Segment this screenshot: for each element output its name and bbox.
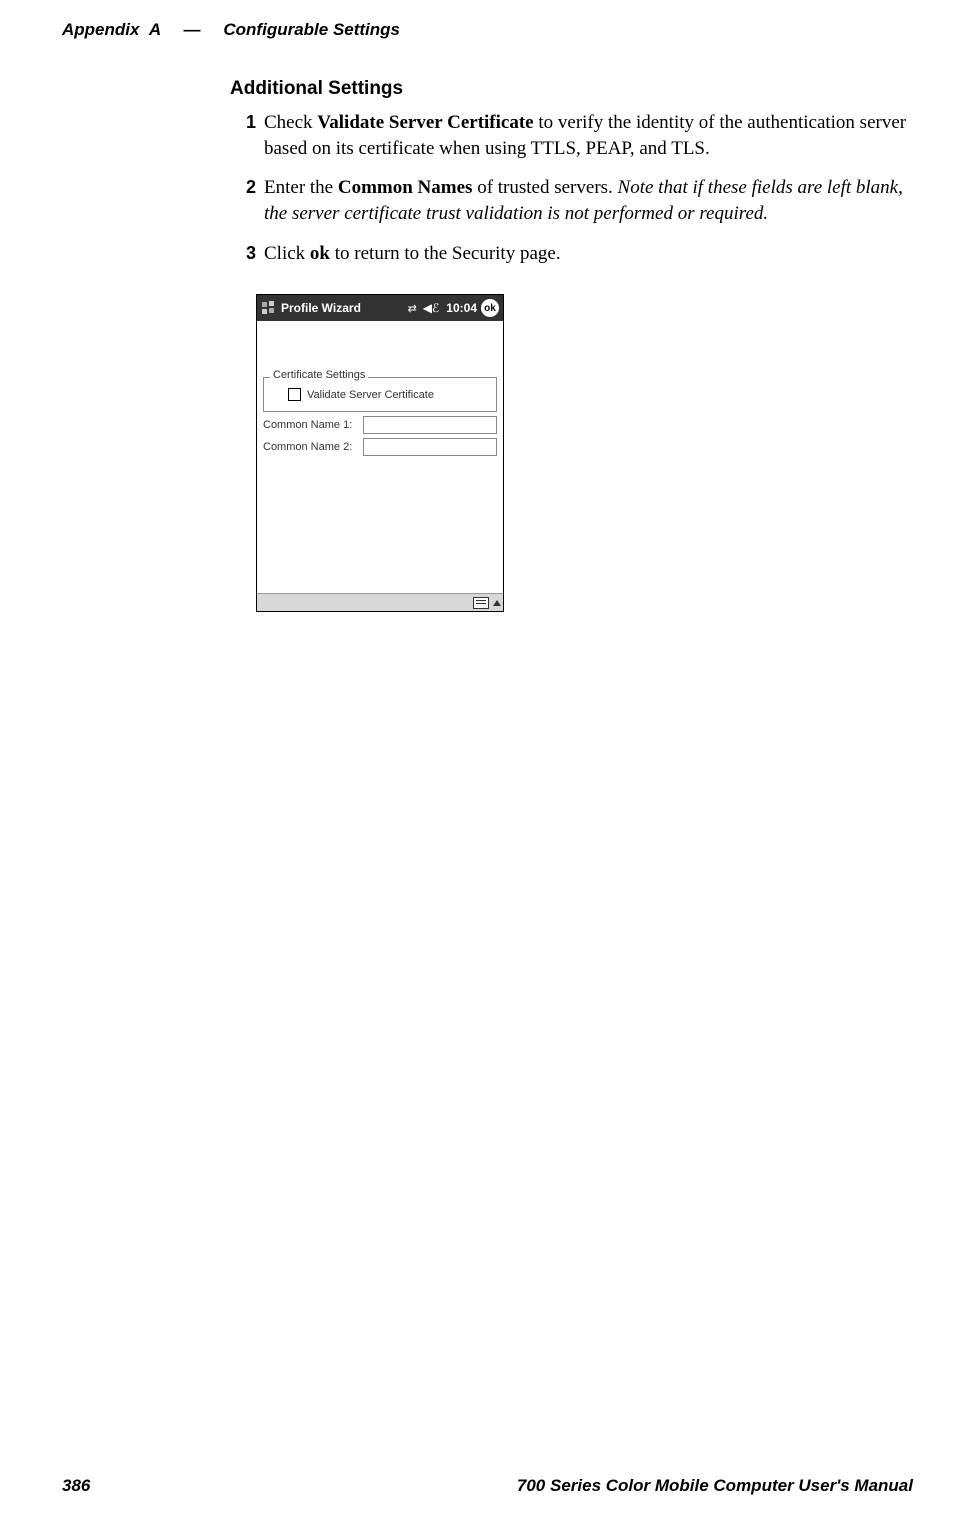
titlebar: Profile Wizard ⇄ ◀ℰ 10:04 ok bbox=[257, 295, 503, 321]
step-list: 1 Check Validate Server Certificate to v… bbox=[230, 110, 920, 266]
keyboard-icon[interactable] bbox=[473, 597, 489, 609]
connection-icon[interactable]: ⇄ bbox=[408, 302, 417, 315]
header-section: Configurable Settings bbox=[223, 20, 400, 39]
step-number: 1 bbox=[230, 110, 256, 161]
common-name-1-row: Common Name 1: bbox=[263, 416, 497, 434]
ok-button[interactable]: ok bbox=[481, 299, 499, 317]
validate-server-cert-row: Validate Server Certificate bbox=[288, 388, 490, 401]
manual-title: 700 Series Color Mobile Computer User's … bbox=[517, 1476, 913, 1496]
common-name-2-row: Common Name 2: bbox=[263, 438, 497, 456]
menu-up-icon[interactable] bbox=[493, 600, 501, 606]
common-name-1-input[interactable] bbox=[363, 416, 497, 434]
main-content: Additional Settings 1 Check Validate Ser… bbox=[230, 78, 920, 280]
step-3: 3 Click ok to return to the Security pag… bbox=[230, 241, 920, 267]
common-name-2-label: Common Name 2: bbox=[263, 441, 363, 453]
step-1: 1 Check Validate Server Certificate to v… bbox=[230, 110, 920, 161]
step-number: 2 bbox=[230, 175, 256, 226]
window-title: Profile Wizard bbox=[281, 301, 405, 315]
profile-wizard-screenshot: Profile Wizard ⇄ ◀ℰ 10:04 ok Certificate… bbox=[256, 294, 504, 612]
common-name-2-input[interactable] bbox=[363, 438, 497, 456]
page-number: 386 bbox=[62, 1476, 90, 1496]
validate-server-cert-checkbox[interactable] bbox=[288, 388, 301, 401]
validate-server-cert-label: Validate Server Certificate bbox=[307, 389, 434, 401]
section-title: Additional Settings bbox=[230, 78, 920, 100]
step-2: 2 Enter the Common Names of trusted serv… bbox=[230, 175, 920, 226]
step-text: Click ok to return to the Security page. bbox=[264, 241, 920, 267]
step-number: 3 bbox=[230, 241, 256, 267]
speaker-icon[interactable]: ◀ℰ bbox=[423, 301, 440, 315]
header-appendix: Appendix bbox=[62, 20, 139, 39]
clock-text: 10:04 bbox=[446, 301, 477, 315]
running-footer: 386 700 Series Color Mobile Computer Use… bbox=[62, 1476, 913, 1496]
step-text: Check Validate Server Certificate to ver… bbox=[264, 110, 920, 161]
sip-bar bbox=[257, 593, 503, 611]
running-header: Appendix A — Configurable Settings bbox=[62, 20, 913, 40]
start-flag-icon[interactable] bbox=[261, 300, 277, 316]
common-name-1-label: Common Name 1: bbox=[263, 419, 363, 431]
dialog-body: Certificate Settings Validate Server Cer… bbox=[257, 321, 503, 593]
header-dash: — bbox=[169, 20, 214, 39]
header-appendix-letter: A bbox=[144, 20, 160, 39]
certificate-settings-fieldset: Certificate Settings Validate Server Cer… bbox=[263, 377, 497, 412]
step-text: Enter the Common Names of trusted server… bbox=[264, 175, 920, 226]
fieldset-legend: Certificate Settings bbox=[270, 369, 368, 381]
